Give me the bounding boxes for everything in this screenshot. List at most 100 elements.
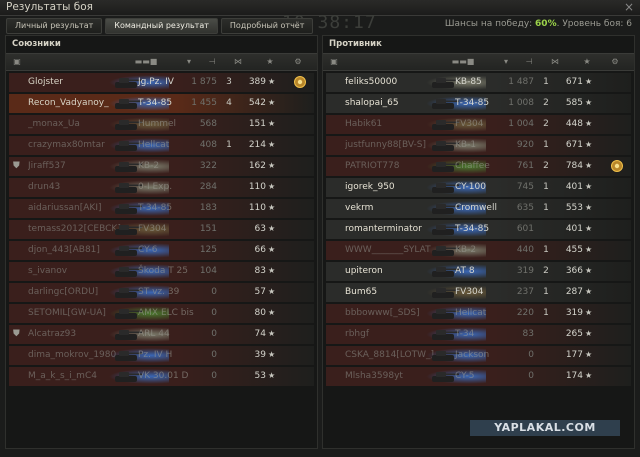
star-icon: ★: [268, 77, 276, 86]
vehicle-name: CY-6: [138, 245, 158, 255]
kills-value: 2: [543, 119, 549, 129]
table-row[interactable]: temass2012[CEBCK] FV304 151 63 ★: [9, 220, 314, 239]
star-icon: ★: [268, 308, 276, 317]
table-row[interactable]: aidariussan[AKI] T-34-85 183 110 ★: [9, 199, 314, 218]
table-row[interactable]: dima_mokrov_1980 Pz. IV H 0 39 ★: [9, 346, 314, 365]
platoon-icon: ⛊: [13, 329, 20, 339]
table-row[interactable]: drun43 0-I Exp. 284 110 ★: [9, 178, 314, 197]
kills-value: 2: [543, 161, 549, 171]
damage-column-icon[interactable]: ⊣: [206, 56, 218, 67]
battle-level: . Уровень боя: 6: [556, 19, 632, 29]
table-row[interactable]: vekrm Cromwell 635 1 553 ★: [326, 199, 631, 218]
vehicle-name: Pz. IV H: [138, 350, 173, 360]
table-row[interactable]: Mlsha3598yt CY-5 0 174 ★: [326, 367, 631, 386]
damage-column-icon[interactable]: ⊣: [523, 56, 535, 67]
table-row[interactable]: SETOMIL[GW-UA] AMX ELC bis 0 80 ★: [9, 304, 314, 323]
damage-value: 440: [516, 245, 534, 255]
platoon-column-icon[interactable]: ▣: [12, 56, 22, 67]
medal-column-icon[interactable]: ⚙: [609, 56, 621, 67]
star-icon: ★: [585, 182, 593, 191]
table-row[interactable]: Recon_Vadyanoy_ T-34-85 1 455 4 542 ★: [9, 94, 314, 113]
table-row[interactable]: Bum65 FV304 237 1 287 ★: [326, 283, 631, 302]
win-chance-value: 60%: [535, 19, 557, 29]
table-row[interactable]: ⛊ Alcatraz93 ARL 44 0 74 ★: [9, 325, 314, 344]
table-row[interactable]: s_ivanov Škoda T 25 104 83 ★: [9, 262, 314, 281]
table-row[interactable]: rbhgf T-34 83 265 ★: [326, 325, 631, 344]
star-icon: ★: [585, 203, 593, 212]
star-icon: ★: [268, 287, 276, 296]
star-icon: ★: [268, 266, 276, 275]
table-row[interactable]: crazymax80mtar Hellcat 408 1 214 ★: [9, 136, 314, 155]
xp-value: 366: [565, 266, 583, 276]
tab-personal-result[interactable]: Личный результат: [6, 18, 103, 34]
table-row[interactable]: PATRIOT778 Chaffee 761 2 784 ★: [326, 157, 631, 176]
xp-value: 39: [254, 350, 266, 360]
sort-arrow-icon[interactable]: ▾: [184, 56, 194, 67]
table-row[interactable]: WWW_______SYLAT KB-2 440 1 455 ★: [326, 241, 631, 260]
medal-icon[interactable]: [293, 75, 307, 89]
vehicle-name: Jg.Pz. IV: [138, 77, 174, 87]
xp-value: 214: [248, 140, 266, 150]
vehicle-column-icon[interactable]: ▬▬■: [126, 56, 166, 67]
xp-value: 83: [254, 266, 266, 276]
medal-icon[interactable]: [610, 159, 624, 173]
xp-value: 585: [565, 98, 583, 108]
kills-column-icon[interactable]: ⋈: [232, 56, 244, 67]
win-chance-label: Шансы на победу:: [444, 19, 536, 29]
damage-value: 0: [211, 287, 217, 297]
kills-column-icon[interactable]: ⋈: [549, 56, 561, 67]
table-row[interactable]: _monax_Ua Hummel 568 151 ★: [9, 115, 314, 134]
table-row[interactable]: darlingc[ORDU] ST vz. 39 0 57 ★: [9, 283, 314, 302]
kills-value: 4: [226, 98, 232, 108]
table-row[interactable]: shalopai_65 T-34-85 1 008 2 585 ★: [326, 94, 631, 113]
xp-value: 162: [248, 161, 266, 171]
table-row[interactable]: justfunny88[BV-S] KB-1 920 1 671 ★: [326, 136, 631, 155]
medal-column-icon[interactable]: ⚙: [292, 56, 304, 67]
vehicle-name: T-34-85: [455, 224, 490, 234]
star-icon: ★: [585, 371, 593, 380]
star-icon: ★: [268, 182, 276, 191]
table-row[interactable]: upiteron AT 8 319 2 366 ★: [326, 262, 631, 281]
table-row[interactable]: feliks50000 KB-85 1 487 1 671 ★: [326, 73, 631, 92]
vehicle-name: Hellcat: [138, 140, 170, 150]
table-row[interactable]: CSKA_8814[LOTW_] Jackson 0 177 ★: [326, 346, 631, 365]
vehicle-name: 0-I Exp.: [138, 182, 173, 192]
star-icon: ★: [585, 245, 593, 254]
xp-column-icon[interactable]: ★: [264, 56, 276, 67]
star-icon: ★: [268, 203, 276, 212]
damage-value: 0: [211, 308, 217, 318]
damage-value: 322: [199, 161, 217, 171]
kills-value: 1: [543, 140, 549, 150]
damage-value: 83: [522, 329, 534, 339]
tab-detailed-report[interactable]: Подробный отчёт: [220, 18, 314, 34]
damage-value: 1 004: [508, 119, 534, 129]
sort-arrow-icon[interactable]: ▾: [501, 56, 511, 67]
star-icon: ★: [268, 245, 276, 254]
star-icon: ★: [585, 224, 593, 233]
table-row[interactable]: Habik61 FV304 1 004 2 448 ★: [326, 115, 631, 134]
tab-team-result[interactable]: Командный результат: [105, 18, 218, 34]
star-icon: ★: [585, 350, 593, 359]
close-icon[interactable]: ×: [622, 0, 636, 14]
enemies-panel: Противник ▣ ▬▬■ ▾ ⊣ ⋈ ★ ⚙ feliks50000 KB-…: [322, 35, 635, 449]
star-icon: ★: [585, 77, 593, 86]
damage-value: 319: [516, 266, 534, 276]
xp-column-icon[interactable]: ★: [581, 56, 593, 67]
enemies-title: Противник: [329, 39, 382, 49]
vehicle-column-icon[interactable]: ▬▬■: [443, 56, 483, 67]
vehicle-name: FV304: [455, 119, 484, 129]
xp-value: 66: [254, 245, 266, 255]
table-row[interactable]: M_a_k_s_i_mC4 VK 30.01 D 0 53 ★: [9, 367, 314, 386]
table-row[interactable]: Glojster Jg.Pz. IV 1 875 3 389 ★: [9, 73, 314, 92]
table-row[interactable]: igorek_950 CY-100 745 1 401 ★: [326, 178, 631, 197]
table-row[interactable]: romanterminator T-34-85 601 401 ★: [326, 220, 631, 239]
table-row[interactable]: djon_443[AB81] CY-6 125 66 ★: [9, 241, 314, 260]
vehicle-name: KB-1: [455, 140, 477, 150]
table-row[interactable]: bbbowww[_SDS] Hellcat 220 1 319 ★: [326, 304, 631, 323]
table-row[interactable]: ⛊ Jiraff537 KB-2 322 162 ★: [9, 157, 314, 176]
vehicle-name: Škoda T 25: [138, 266, 189, 276]
kills-value: 1: [543, 182, 549, 192]
star-icon: ★: [585, 98, 593, 107]
allies-table-header: ▣ ▬▬■ ▾ ⊣ ⋈ ★ ⚙: [6, 53, 317, 71]
platoon-column-icon[interactable]: ▣: [329, 56, 339, 67]
